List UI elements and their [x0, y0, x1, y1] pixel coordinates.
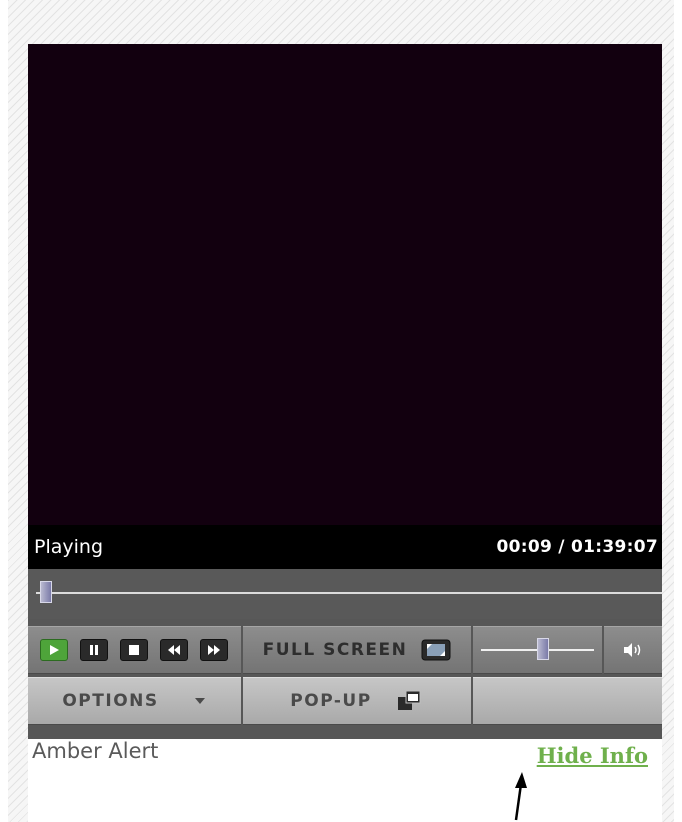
stop-button[interactable]: [120, 639, 148, 661]
fullscreen-label: FULL SCREEN: [262, 640, 408, 660]
controls-row-2: OPTIONS POP-UP: [28, 677, 662, 725]
pause-button[interactable]: [80, 639, 108, 661]
popup-window-icon: [394, 690, 424, 712]
stop-icon: [129, 645, 139, 655]
rewind-button[interactable]: [160, 639, 188, 661]
seek-bar[interactable]: [28, 569, 662, 619]
play-icon: [50, 645, 59, 655]
empty-control-slot: [473, 677, 662, 725]
seek-track[interactable]: [36, 592, 662, 594]
hide-info-link[interactable]: Hide Info: [537, 743, 648, 768]
play-button[interactable]: [40, 639, 68, 661]
chevron-down-icon: [194, 698, 205, 704]
mute-button[interactable]: [604, 626, 662, 674]
fullscreen-button[interactable]: FULL SCREEN: [243, 626, 471, 674]
popup-label: POP-UP: [290, 691, 372, 711]
options-label: OPTIONS: [62, 691, 159, 711]
seek-handle[interactable]: [40, 581, 53, 603]
transport-group: [28, 626, 241, 674]
annotation-arrow-icon: [514, 772, 527, 821]
status-bar: Playing 00:09 / 01:39:07: [28, 525, 662, 569]
popup-button[interactable]: POP-UP: [243, 677, 471, 725]
volume-handle[interactable]: [536, 638, 549, 660]
playback-status: Playing: [34, 536, 104, 558]
time-display: 00:09 / 01:39:07: [496, 537, 658, 557]
controls-row-1: FULL SCREEN: [28, 626, 662, 674]
speaker-icon: [624, 643, 641, 657]
info-panel: Amber Alert Hide Info: [28, 739, 662, 822]
video-screen[interactable]: [28, 44, 662, 525]
video-title: Amber Alert: [32, 739, 159, 763]
fast-forward-icon: [208, 645, 220, 655]
pause-icon: [90, 645, 98, 655]
control-panel: FULL SCREEN OPTIONS POP-UP: [28, 626, 662, 739]
fast-forward-button[interactable]: [200, 639, 228, 661]
options-dropdown[interactable]: OPTIONS: [28, 677, 241, 725]
fullscreen-icon: [421, 639, 451, 661]
volume-slider[interactable]: [473, 626, 602, 674]
rewind-icon: [168, 645, 180, 655]
video-player: Playing 00:09 / 01:39:07 FULL SCREEN OPT…: [28, 44, 662, 739]
